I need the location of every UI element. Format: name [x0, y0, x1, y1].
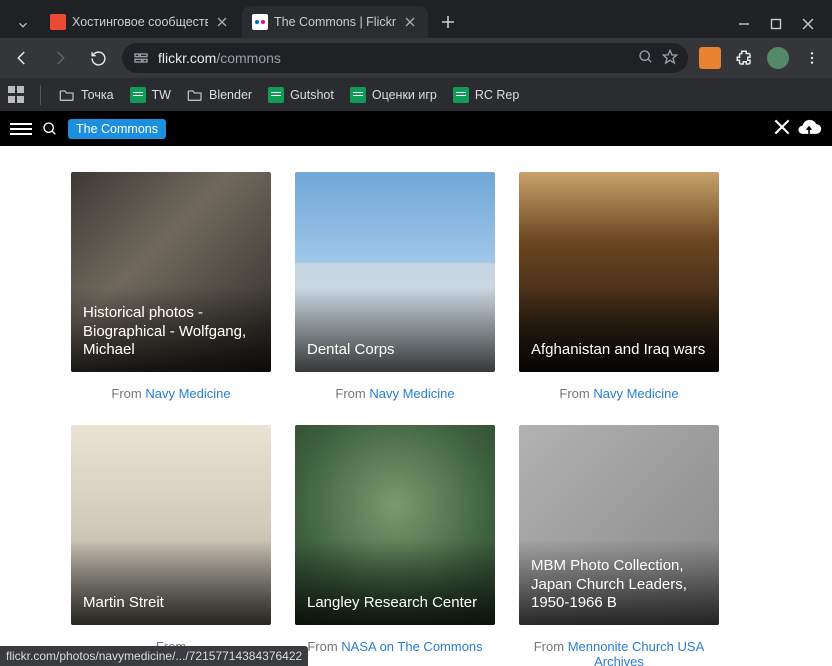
folder-icon: [59, 88, 75, 102]
bookmark-label: Оценки игр: [372, 88, 437, 102]
reload-button[interactable]: [84, 44, 112, 72]
extensions-icon[interactable]: [732, 46, 756, 70]
new-tab-button[interactable]: [434, 8, 462, 36]
sheet-icon: [453, 87, 469, 103]
album-card-4: Langley Research Center From NASA on The …: [295, 425, 495, 666]
window-titlebar: Хостинговое сообщество «Tim The Commons …: [0, 0, 832, 38]
bookmark-label: Точка: [81, 88, 114, 102]
apps-button[interactable]: [8, 86, 26, 104]
album-thumbnail[interactable]: Martin Streit: [71, 425, 271, 625]
tab1-close-icon[interactable]: [214, 14, 230, 30]
album-title: Langley Research Center: [295, 584, 489, 625]
album-thumbnail[interactable]: MBM Photo Collection, Japan Church Leade…: [519, 425, 719, 625]
album-title: Afghanistan and Iraq wars: [519, 331, 717, 372]
attrib-from: From: [111, 386, 145, 401]
album-card-3: Martin StreitFrom: [71, 425, 271, 666]
attrib-from: From: [335, 386, 369, 401]
album-title: MBM Photo Collection, Japan Church Leade…: [519, 547, 719, 625]
album-card-1: Dental Corps From Navy Medicine: [295, 172, 495, 401]
bookmark-label: Gutshot: [290, 88, 334, 102]
album-title: Historical photos - Biographical - Wolfg…: [71, 294, 271, 372]
bookmark-2[interactable]: Blender: [181, 83, 258, 107]
album-title: Martin Streit: [71, 584, 176, 625]
url-host: flickr.com: [158, 50, 216, 66]
browser-menu-icon[interactable]: [800, 46, 824, 70]
sheet-icon: [268, 87, 284, 103]
upload-cloud-icon[interactable]: [796, 116, 822, 142]
bookmark-5[interactable]: RC Rep: [447, 83, 525, 107]
hamburger-icon[interactable]: [10, 118, 32, 140]
attrib-source-link[interactable]: Navy Medicine: [369, 386, 454, 401]
tab1-favicon: [50, 14, 66, 30]
status-url: flickr.com/photos/navymedicine/.../72157…: [6, 649, 302, 663]
browser-toolbar: flickr.com/commons: [0, 38, 832, 78]
album-card-0: Historical photos - Biographical - Wolfg…: [71, 172, 271, 401]
bookmark-4[interactable]: Оценки игр: [344, 83, 443, 107]
album-attribution: From NASA on The Commons: [295, 639, 495, 654]
attrib-from: From: [307, 639, 341, 654]
flickr-header: The Commons: [0, 112, 832, 146]
attrib-from: From: [559, 386, 593, 401]
back-button[interactable]: [8, 44, 36, 72]
attrib-source-link[interactable]: NASA on The Commons: [341, 639, 482, 654]
attrib-source-link[interactable]: Navy Medicine: [145, 386, 230, 401]
attrib-from: From: [534, 639, 568, 654]
album-attribution: From Mennonite Church USA Archives: [519, 639, 719, 666]
tab1-title: Хостинговое сообщество «Tim: [72, 15, 208, 29]
album-thumbnail[interactable]: Afghanistan and Iraq wars: [519, 172, 719, 372]
clear-icon[interactable]: [774, 119, 790, 140]
album-thumbnail[interactable]: Langley Research Center: [295, 425, 495, 625]
album-attribution: From Navy Medicine: [519, 386, 719, 401]
attrib-source-link[interactable]: Navy Medicine: [593, 386, 678, 401]
url-path: /commons: [216, 50, 281, 66]
minimize-button[interactable]: [734, 14, 754, 34]
sheet-icon: [130, 87, 146, 103]
url-text: flickr.com/commons: [158, 50, 630, 66]
maximize-button[interactable]: [766, 14, 786, 34]
forward-button[interactable]: [46, 44, 74, 72]
bookmark-separator: [40, 85, 41, 105]
album-card-5: MBM Photo Collection, Japan Church Leade…: [519, 425, 719, 666]
tab-search-button[interactable]: [10, 12, 36, 38]
bookmark-0[interactable]: Точка: [53, 83, 120, 107]
site-info-icon[interactable]: [132, 49, 150, 67]
tab2-title: The Commons | Flickr: [274, 15, 396, 29]
attrib-source-link[interactable]: Mennonite Church USA Archives: [568, 639, 705, 666]
album-attribution: From Navy Medicine: [295, 386, 495, 401]
close-window-button[interactable]: [798, 14, 818, 34]
album-thumbnail[interactable]: Historical photos - Biographical - Wolfg…: [71, 172, 271, 372]
album-attribution: From Navy Medicine: [71, 386, 271, 401]
bookmark-3[interactable]: Gutshot: [262, 83, 340, 107]
tab2-favicon: [252, 14, 268, 30]
commons-pill[interactable]: The Commons: [68, 119, 166, 139]
browser-tab-1[interactable]: Хостинговое сообщество «Tim: [40, 6, 240, 38]
tab-strip: Хостинговое сообщество «Tim The Commons …: [0, 0, 720, 38]
bookmark-label: RC Rep: [475, 88, 519, 102]
window-controls: [720, 14, 832, 34]
tab2-close-icon[interactable]: [402, 14, 418, 30]
zoom-icon[interactable]: [638, 49, 654, 68]
address-bar[interactable]: flickr.com/commons: [122, 43, 688, 73]
status-bar: flickr.com/photos/navymedicine/.../72157…: [0, 646, 308, 666]
album-title: Dental Corps: [295, 331, 407, 372]
bookmarks-bar: Точка TW Blender Gutshot Оценки игр RC Rep: [0, 78, 832, 112]
album-grid: Historical photos - Biographical - Wolfg…: [71, 172, 761, 666]
search-icon[interactable]: [40, 119, 60, 139]
sheet-icon: [350, 87, 366, 103]
profile-avatar[interactable]: [766, 46, 790, 70]
extension-metamask[interactable]: [698, 46, 722, 70]
bookmark-label: TW: [152, 88, 171, 102]
content-viewport[interactable]: Historical photos - Biographical - Wolfg…: [0, 146, 832, 666]
folder-icon: [187, 88, 203, 102]
bookmark-label: Blender: [209, 88, 252, 102]
album-card-2: Afghanistan and Iraq wars From Navy Medic…: [519, 172, 719, 401]
bookmark-star-icon[interactable]: [662, 49, 678, 68]
album-thumbnail[interactable]: Dental Corps: [295, 172, 495, 372]
bookmark-1[interactable]: TW: [124, 83, 177, 107]
browser-tab-2[interactable]: The Commons | Flickr: [242, 6, 428, 38]
